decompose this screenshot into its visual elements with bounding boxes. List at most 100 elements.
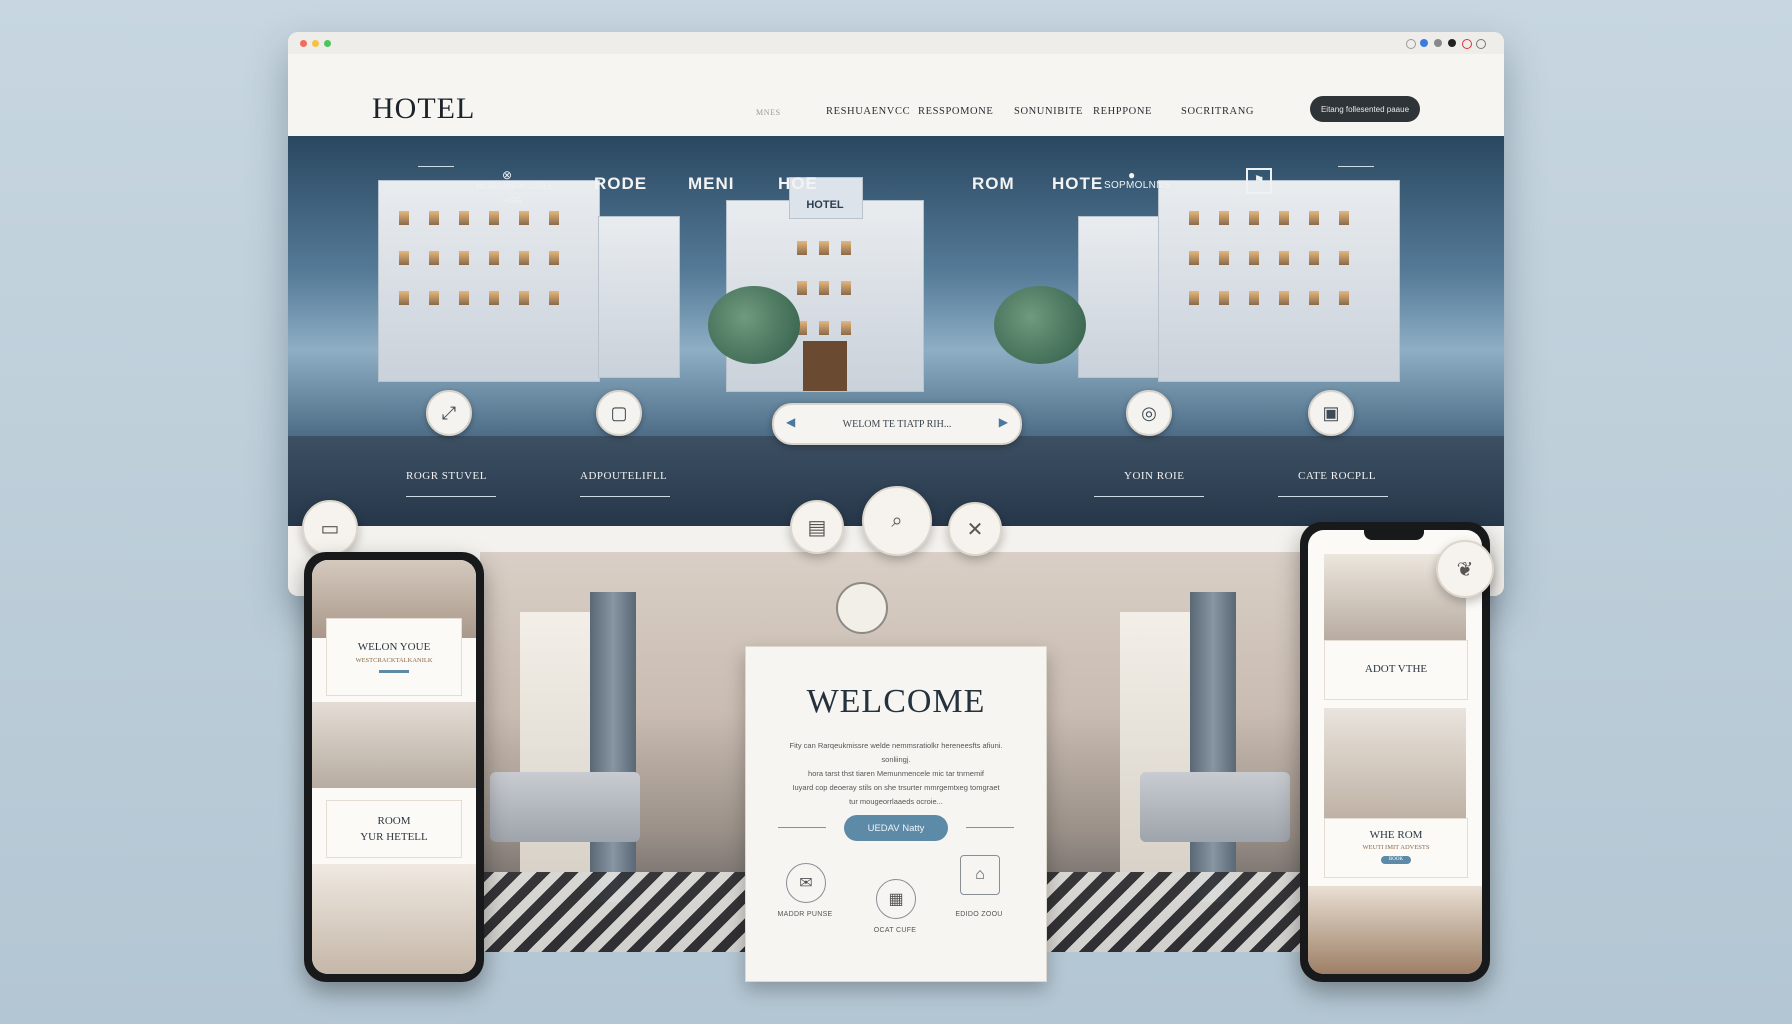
chevron-left-icon[interactable]: ◀ [786,415,795,430]
sofa-right [1140,772,1290,842]
nav-item-6[interactable]: SOCRITRANG [1181,106,1254,117]
bed-icon[interactable]: ▭ [302,500,358,556]
hero-underline-1 [406,496,496,497]
hero-label-1[interactable]: ROGR STUVEL [406,470,487,482]
left-hotel-wing [378,180,600,382]
hero-nav-2[interactable]: MENI [688,174,735,194]
card-divider-right [966,827,1014,828]
right-phone-card2-sub: WEUTI IMIT ADVESTS [1362,844,1430,851]
calendar-icon[interactable]: ▦ [876,879,916,919]
house-icon[interactable]: ⌂ [960,855,1000,895]
nav-item-5[interactable]: REHPPONE [1093,106,1152,117]
hero-divider-left [418,166,454,167]
profile-icon[interactable] [1420,39,1428,47]
welcome-card: WELCOME Fity can Rarqeukmissre welde nem… [745,646,1047,982]
card-icon-label-3: EDIDO ZOOU [955,911,1003,918]
left-phone-card1-title: WELON YOUE [357,641,431,653]
minimize-dot[interactable] [312,40,319,47]
reservation-icon[interactable]: ⤢ [426,390,472,436]
extension-icon[interactable] [1406,39,1416,49]
welcome-body-line-1: Fity can Rarqeukmissre welde nemmsratiol… [789,741,1003,764]
hero-underline-3 [1094,496,1204,497]
site-header: HOTEL MNES RESHUAENVCC RESSPOMONE SONUNI… [288,54,1504,147]
laptop-icon[interactable]: ▤ [790,500,844,554]
gift-icon[interactable]: ✉ [786,863,826,903]
phone-notch-right [1364,530,1424,540]
shield-icon[interactable] [1434,39,1442,47]
hero-label-4[interactable]: CATE ROCPLL [1298,470,1376,482]
tv-icon[interactable]: ▣ [1308,390,1354,436]
hero-nav-3[interactable]: HOE [778,174,818,194]
hero-label-2[interactable]: ADPOUTELIFLL [580,470,667,482]
nav-item-3[interactable]: RESSPOMONE [918,106,993,117]
hero-search-pill[interactable]: ◀ WELOM TE TIATP RIH... ▶ [772,403,1022,445]
curtain-2 [1190,592,1236,902]
hero-search-text: WELOM TE TIATP RIH... [842,418,952,430]
maximize-dot[interactable] [324,40,331,47]
left-phone-image-3 [312,864,476,974]
welcome-body: Fity can Rarqeukmissre welde nemmsratiol… [782,739,1010,809]
left-phone-screen: WELON YOUE WESTCRACKTALKANILK ROOM YUR H… [312,560,476,974]
hotel-building-sign: HOTEL [806,199,844,211]
hero-nav-1[interactable]: RODE [594,174,647,194]
leaf-icon[interactable]: ❦ [1436,540,1494,598]
right-phone-image-3 [1308,886,1482,974]
tree-right [994,286,1086,364]
right-phone-card-2: WHE ROM WEUTI IMIT ADVESTS BOOK [1324,818,1468,878]
search-icon[interactable]: ⌕ [862,486,932,556]
target-icon[interactable]: ◎ [1126,390,1172,436]
hero-section: HOTEL ⊗ WORSANFKOUDLE +GG RODE MENI HOE … [288,136,1504,526]
curtain-1 [590,592,636,902]
browser-chrome [288,32,1504,55]
left-phone-card-1: WELON YOUE WESTCRACKTALKANILK [326,618,462,696]
chevron-right-icon[interactable]: ▶ [999,415,1008,430]
bell-icon[interactable]: ⚑ [1246,168,1272,194]
right-phone-card1-title: ADOT VTHE [1364,663,1428,675]
card-icon-label-1: MADDR PUNSE [777,911,833,918]
hero-divider-right [1338,166,1374,167]
wall-clock-icon [836,582,888,634]
hero-label-3[interactable]: YOIN ROIE [1124,470,1184,482]
camera-icon[interactable] [1448,39,1456,47]
right-hotel-annex [1078,216,1160,378]
hero-underline-2 [580,496,670,497]
site-logo[interactable]: HOTEL [372,92,475,126]
right-phone-card2-title: WHE ROM [1369,829,1423,841]
right-phone-card2-button[interactable]: BOOK [1381,856,1411,864]
refresh-icon[interactable] [1462,39,1472,49]
sofa-left [490,772,640,842]
left-phone-card1-accent [379,670,409,673]
close-icon[interactable]: ✕ [948,502,1002,556]
hero-nav-4[interactable]: ROM [972,174,1015,194]
welcome-body-line-2: hora tarst thst tiaren Memunmencele mic … [808,769,984,778]
left-phone-card1-sub: WESTCRACKTALKANILK [355,657,433,664]
hero-nav-small-left-2: +GG [504,196,523,205]
nav-item-1[interactable]: MNES [756,108,781,117]
left-phone-card2-title: ROOM [377,815,411,827]
right-hotel-wing [1158,180,1400,382]
hero-nav-5[interactable]: HOTE [1052,174,1103,194]
card-divider-left [778,827,826,828]
globe-icon: ⊗ [502,168,513,182]
close-dot[interactable] [300,40,307,47]
nav-item-2[interactable]: RESHUAENVCC [826,106,910,117]
header-cta-button[interactable]: Eitang follesented paaue [1310,96,1420,122]
right-phone-card-1: ADOT VTHE [1324,640,1468,700]
left-phone-image-2 [312,702,476,788]
left-phone-card-2: ROOM YUR HETELL [326,800,462,858]
tree-left [708,286,800,364]
door-icon[interactable]: ▢ [596,390,642,436]
nav-item-4[interactable]: SONUNIBITE [1014,106,1083,117]
hero-underline-4 [1278,496,1388,497]
welcome-title: WELCOME [806,683,986,720]
hero-nav-small-left[interactable]: WORSANFKOUDLE [476,182,554,191]
menu-icon[interactable] [1476,39,1486,49]
welcome-body-line-4: tur mougeorrlaaeds ocroie... [849,797,943,806]
welcome-cta-button[interactable]: UEDAV Natty [844,815,948,841]
left-phone-card2-sub: YUR HETELL [360,831,428,843]
card-icon-label-2: OCAT CUFE [873,927,917,934]
welcome-body-line-3: Iuyard cop deoeray stils on she trsurter… [792,783,1000,792]
left-hotel-annex [598,216,680,378]
left-phone: WELON YOUE WESTCRACKTALKANILK ROOM YUR H… [304,552,484,982]
hero-nav-small-right[interactable]: SOPMOLNNS [1104,180,1171,191]
